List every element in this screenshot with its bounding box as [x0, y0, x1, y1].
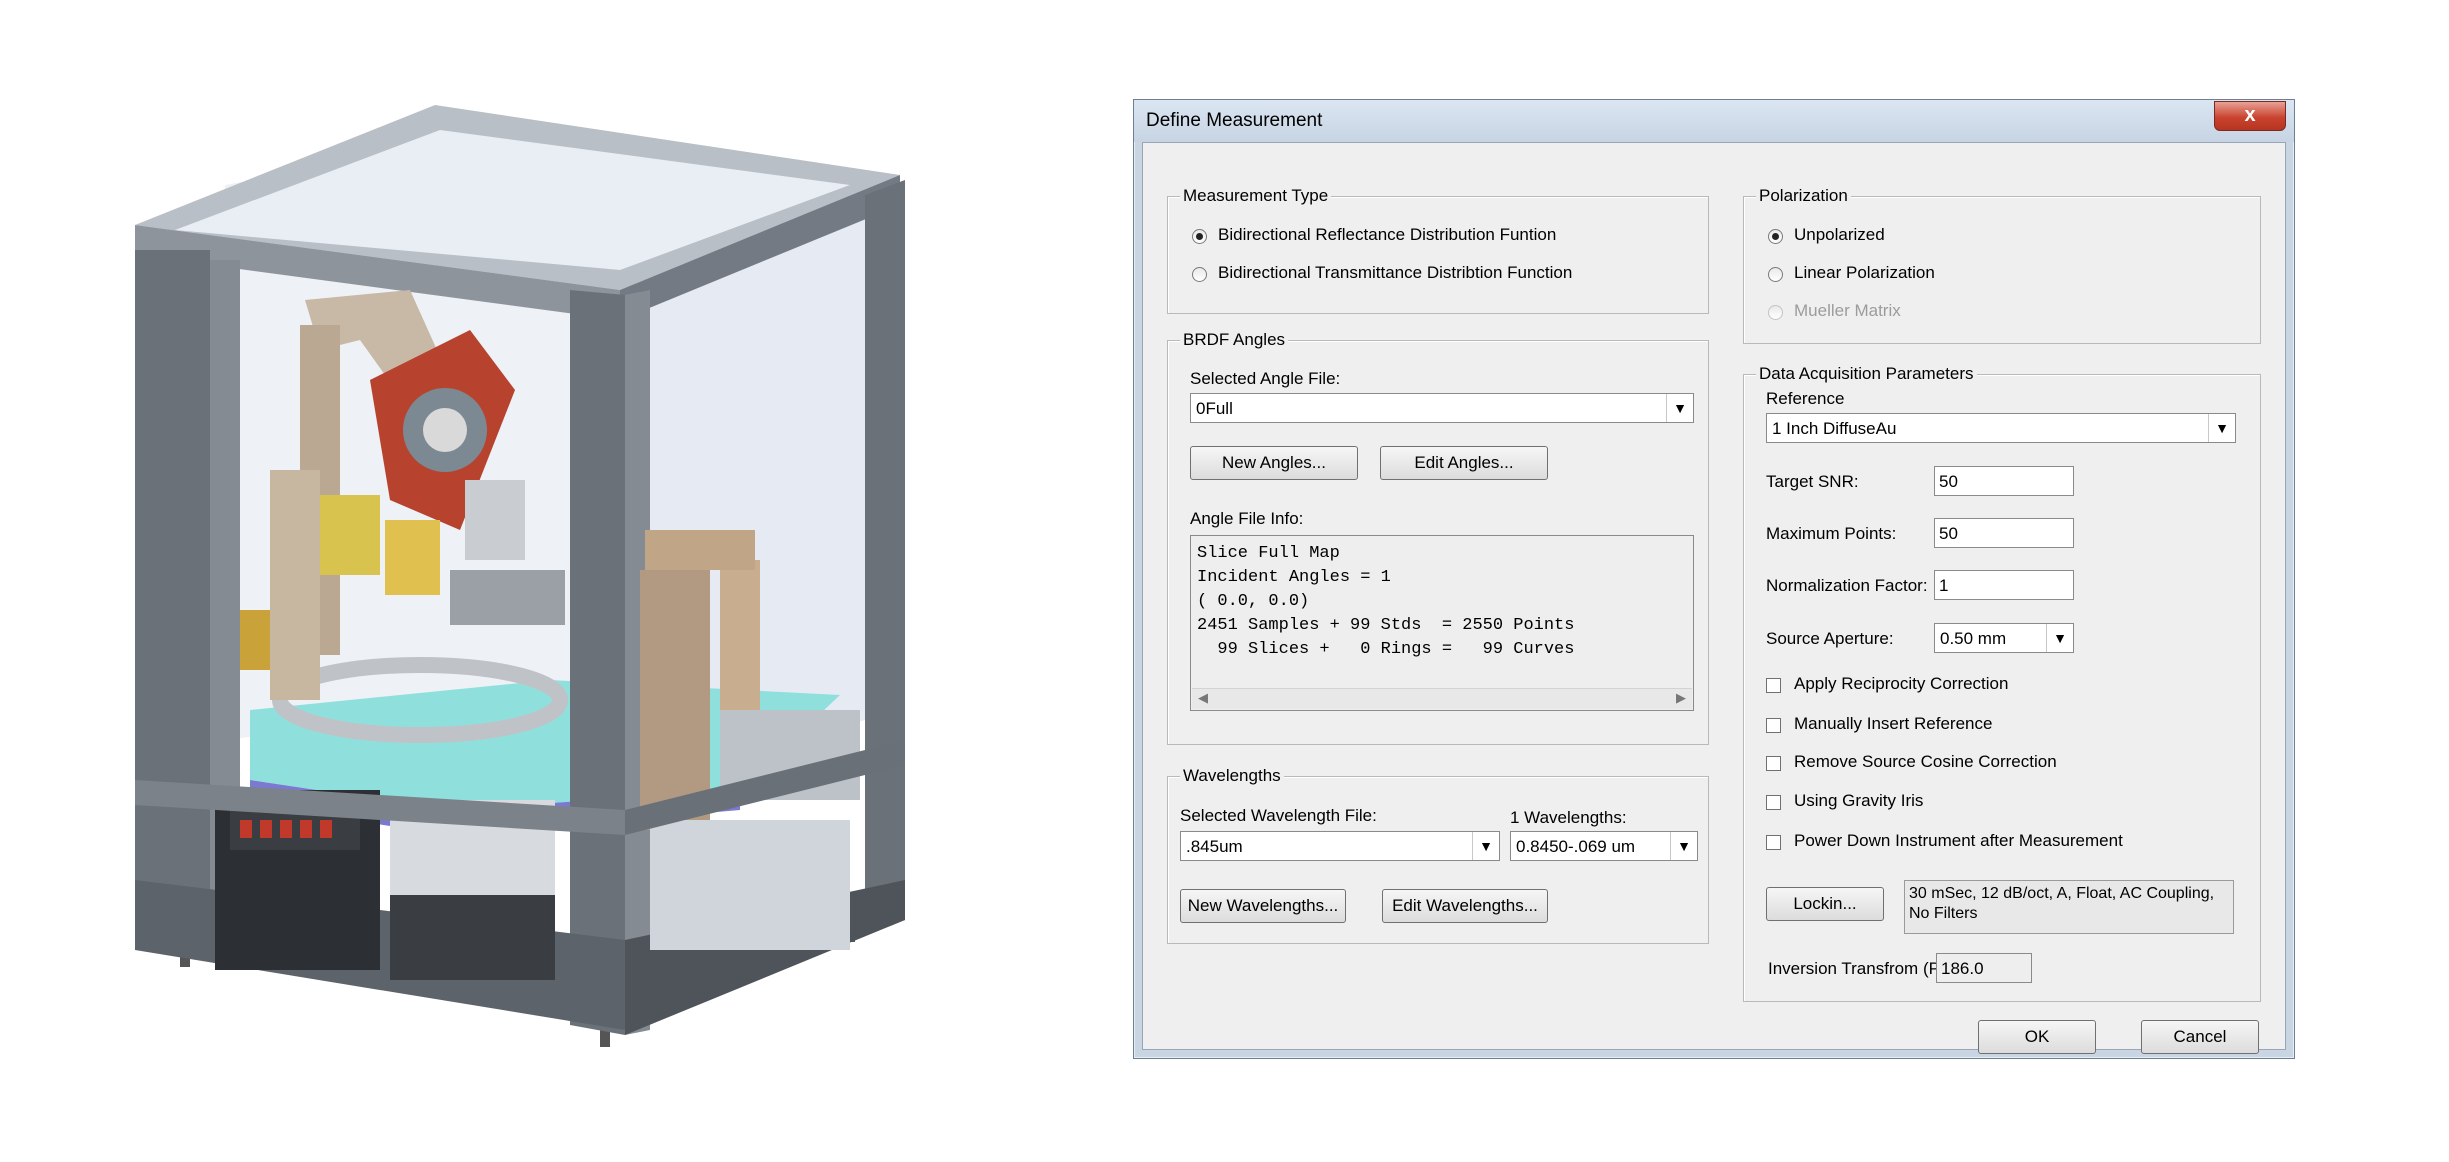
lockin-button[interactable]: Lockin...: [1766, 887, 1884, 921]
edit-angles-button[interactable]: Edit Angles...: [1380, 446, 1548, 480]
reciprocity-checkbox[interactable]: [1766, 678, 1781, 693]
source-aperture-value: 0.50 mm: [1940, 629, 2007, 648]
btdf-radio[interactable]: [1192, 267, 1207, 282]
mueller-matrix-radio: [1768, 305, 1783, 320]
edit-wavelengths-button[interactable]: Edit Wavelengths...: [1382, 889, 1548, 923]
wavelength-count-label: 1 Wavelengths:: [1510, 808, 1627, 827]
polarization-legend: Polarization: [1756, 186, 1851, 206]
scroll-left-icon[interactable]: ◀: [1198, 690, 1208, 706]
dialog-client-area: Measurement Type Bidirectional Reflectan…: [1142, 142, 2286, 1054]
polarization-group: Polarization Unpolarized Linear Polariza…: [1743, 186, 2261, 344]
btdf-radio-label[interactable]: Bidirectional Transmittance Distribtion …: [1218, 263, 1572, 283]
scroll-right-icon[interactable]: ▶: [1676, 690, 1686, 706]
max-points-value: 50: [1939, 524, 1958, 543]
target-snr-label: Target SNR:: [1766, 472, 1859, 491]
brdf-angles-legend: BRDF Angles: [1180, 330, 1289, 350]
wavelength-file-value: .845um: [1186, 837, 1243, 856]
wavelengths-legend: Wavelengths: [1180, 766, 1284, 786]
unpolarized-radio[interactable]: [1768, 229, 1783, 244]
power-down-checkbox-label[interactable]: Power Down Instrument after Measurement: [1794, 831, 2123, 851]
selected-angle-file-label: Selected Angle File:: [1190, 369, 1341, 388]
gravity-iris-checkbox-label[interactable]: Using Gravity Iris: [1794, 791, 1923, 811]
data-acquisition-group: Data Acquisition Parameters Reference 1 …: [1743, 364, 2261, 1002]
gravity-iris-checkbox[interactable]: [1766, 795, 1781, 810]
wavelengths-group: Wavelengths Selected Wavelength File: .8…: [1167, 766, 1709, 944]
info-line: ( 0.0, 0.0): [1197, 592, 1310, 611]
wavelength-range-value: 0.8450-.069 um: [1516, 837, 1636, 856]
new-wavelengths-button[interactable]: New Wavelengths...: [1180, 889, 1346, 923]
brdf-radio[interactable]: [1192, 229, 1207, 244]
inversion-transform-input[interactable]: 186.0: [1936, 953, 2032, 983]
define-measurement-dialog: Define Measurement x Measurement Type Bi…: [1133, 99, 2295, 1059]
dialog-title: Define Measurement: [1146, 110, 1323, 131]
dialog-titlebar[interactable]: Define Measurement x: [1134, 100, 2294, 142]
source-aperture-label: Source Aperture:: [1766, 629, 1894, 648]
manual-reference-checkbox-label[interactable]: Manually Insert Reference: [1794, 714, 1992, 734]
chevron-down-icon[interactable]: ▼: [1670, 832, 1697, 860]
chevron-down-icon[interactable]: ▼: [1666, 394, 1693, 422]
info-line: Slice Full Map: [1197, 544, 1340, 563]
angle-file-info-label: Angle File Info:: [1190, 509, 1304, 528]
chevron-down-icon[interactable]: ▼: [2208, 414, 2235, 442]
wavelength-range-select[interactable]: 0.8450-.069 um ▼: [1510, 831, 1698, 861]
ok-button[interactable]: OK: [1978, 1020, 2096, 1054]
power-down-checkbox[interactable]: [1766, 835, 1781, 850]
brdf-radio-label[interactable]: Bidirectional Reflectance Distribution F…: [1218, 225, 1556, 245]
reference-value: 1 Inch DiffuseAu: [1772, 419, 1897, 438]
cancel-button[interactable]: Cancel: [2141, 1020, 2259, 1054]
angle-file-info-box[interactable]: Slice Full Map Incident Angles = 1 ( 0.0…: [1190, 535, 1694, 711]
inversion-transform-value: 186.0: [1941, 959, 1984, 978]
target-snr-input[interactable]: 50: [1934, 466, 2074, 496]
reference-select[interactable]: 1 Inch DiffuseAu ▼: [1766, 413, 2236, 443]
selected-wavelength-file-label: Selected Wavelength File:: [1180, 806, 1377, 825]
info-line: 2451 Samples + 99 Stds = 2550 Points: [1197, 616, 1575, 635]
measurement-type-group: Measurement Type Bidirectional Reflectan…: [1167, 186, 1709, 314]
lockin-info-box: 30 mSec, 12 dB/oct, A, Float, AC Couplin…: [1904, 880, 2234, 934]
mueller-matrix-radio-label: Mueller Matrix: [1794, 301, 1901, 320]
measurement-type-legend: Measurement Type: [1180, 186, 1332, 206]
normalization-factor-input[interactable]: 1: [1934, 570, 2074, 600]
close-button[interactable]: x: [2214, 101, 2286, 131]
unpolarized-radio-label[interactable]: Unpolarized: [1794, 225, 1885, 245]
linear-polarization-radio-label[interactable]: Linear Polarization: [1794, 263, 1935, 283]
info-horizontal-scrollbar[interactable]: ◀ ▶: [1192, 688, 1692, 709]
brdf-angles-group: BRDF Angles Selected Angle File: 0Full ▼…: [1167, 330, 1709, 745]
angle-file-value: 0Full: [1196, 399, 1233, 418]
reciprocity-checkbox-label[interactable]: Apply Reciprocity Correction: [1794, 674, 2008, 694]
normalization-factor-value: 1: [1939, 576, 1949, 595]
source-cosine-checkbox[interactable]: [1766, 756, 1781, 771]
close-icon: x: [2244, 104, 2256, 126]
angle-file-select[interactable]: 0Full ▼: [1190, 393, 1694, 423]
instrument-cad-rendering: [135, 105, 905, 1047]
angle-file-info-text: Slice Full Map Incident Angles = 1 ( 0.0…: [1197, 542, 1574, 662]
target-snr-value: 50: [1939, 472, 1958, 491]
new-angles-button[interactable]: New Angles...: [1190, 446, 1358, 480]
info-line: Incident Angles = 1: [1197, 568, 1391, 587]
data-acquisition-legend: Data Acquisition Parameters: [1756, 364, 1977, 384]
source-aperture-select[interactable]: 0.50 mm ▼: [1934, 623, 2074, 653]
normalization-factor-label: Normalization Factor:: [1766, 576, 1928, 595]
chevron-down-icon[interactable]: ▼: [1472, 832, 1499, 860]
max-points-input[interactable]: 50: [1934, 518, 2074, 548]
manual-reference-checkbox[interactable]: [1766, 718, 1781, 733]
max-points-label: Maximum Points:: [1766, 524, 1897, 543]
reference-label: Reference: [1766, 389, 1845, 408]
source-cosine-checkbox-label[interactable]: Remove Source Cosine Correction: [1794, 752, 2057, 772]
info-line: 99 Slices + 0 Rings = 99 Curves: [1197, 640, 1575, 659]
chevron-down-icon[interactable]: ▼: [2046, 624, 2073, 652]
linear-polarization-radio[interactable]: [1768, 267, 1783, 282]
wavelength-file-select[interactable]: .845um ▼: [1180, 831, 1500, 861]
